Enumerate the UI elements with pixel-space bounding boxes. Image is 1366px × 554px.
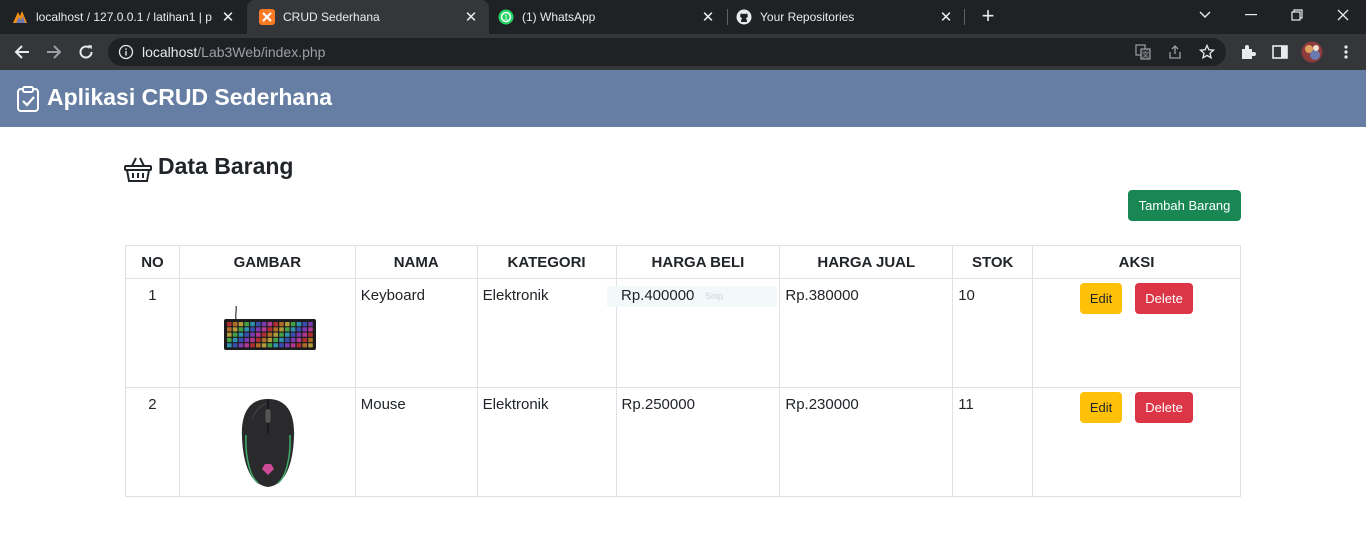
delete-button[interactable]: Delete <box>1135 392 1194 423</box>
menu-icon[interactable] <box>1337 43 1355 61</box>
url-host: localhost <box>142 44 198 60</box>
close-icon[interactable]: ✕ <box>461 7 481 27</box>
clipboard-check-icon <box>16 86 40 112</box>
item-name: Keyboard <box>354 278 478 388</box>
tab-title: Your Repositories <box>760 10 855 24</box>
browser-tab-strip: localhost / 127.0.0.1 / latihan1 | p ✕ C… <box>0 0 1366 34</box>
close-icon[interactable]: ✕ <box>936 7 956 27</box>
action-cell: Edit Delete <box>1032 387 1241 497</box>
restore-icon[interactable] <box>1274 0 1320 30</box>
forward-icon[interactable] <box>42 40 66 64</box>
avatar[interactable] <box>1301 41 1323 63</box>
minimize-icon[interactable] <box>1228 0 1274 30</box>
close-icon[interactable]: ✕ <box>698 7 718 27</box>
side-panel-icon[interactable] <box>1271 43 1289 61</box>
app-title: Aplikasi CRUD Sederhana <box>47 84 333 110</box>
row-number: 1 <box>125 278 180 388</box>
edit-button[interactable]: Edit <box>1080 392 1123 423</box>
item-stock: 11 <box>952 387 1034 497</box>
column-header: HARGA BELI <box>615 245 781 279</box>
item-image-cell <box>178 387 356 497</box>
whatsapp-icon: 1 <box>498 9 514 25</box>
snip-label: Snip <box>705 291 724 301</box>
delete-button[interactable]: Delete <box>1135 283 1194 314</box>
column-header: HARGA JUAL <box>779 245 954 279</box>
item-buy-price-text: Rp.400000 <box>621 287 695 304</box>
row-number: 2 <box>125 387 180 497</box>
extensions-icon[interactable] <box>1239 43 1257 61</box>
reload-icon[interactable] <box>74 40 98 64</box>
action-cell: Edit Delete <box>1032 278 1241 388</box>
close-window-icon[interactable] <box>1320 0 1366 30</box>
site-info-icon[interactable] <box>118 44 134 60</box>
url-path: /Lab3Web/index.php <box>197 44 326 60</box>
tab-search-icon[interactable] <box>1182 0 1228 30</box>
tab-phpmyadmin[interactable]: localhost / 127.0.0.1 / latihan1 | p ✕ <box>0 0 246 34</box>
item-buy-price: Rp.250000 <box>615 387 781 497</box>
tab-github[interactable]: Your Repositories ✕ <box>724 0 964 34</box>
item-category: Elektronik <box>476 387 617 497</box>
edit-button[interactable]: Edit <box>1080 283 1123 314</box>
basket-icon <box>124 155 152 183</box>
svg-text:文: 文 <box>1142 50 1149 59</box>
phpmyadmin-icon <box>12 9 28 25</box>
bookmark-star-icon[interactable] <box>1198 43 1216 60</box>
keyboard-image <box>223 306 316 350</box>
add-item-button[interactable]: Tambah Barang <box>1128 190 1241 221</box>
translate-icon[interactable]: 文 <box>1135 44 1151 60</box>
tab-title: localhost / 127.0.0.1 / latihan1 | p <box>36 10 212 24</box>
tab-title: (1) WhatsApp <box>522 10 596 24</box>
tab-title: CRUD Sederhana <box>283 10 380 24</box>
table-header-row: NO GAMBAR NAMA KATEGORI HARGA BELI HARGA… <box>125 245 1241 279</box>
column-header: NO <box>125 245 180 279</box>
item-name: Mouse <box>354 387 478 497</box>
new-tab-icon[interactable]: + <box>976 5 1000 29</box>
github-icon <box>736 9 752 25</box>
tab-crud-sederhana[interactable]: CRUD Sederhana ✕ <box>247 0 489 34</box>
item-image-cell <box>178 278 356 388</box>
app-header: Aplikasi CRUD Sederhana <box>0 70 1366 127</box>
svg-text:1: 1 <box>504 15 508 22</box>
column-header: KATEGORI <box>476 245 617 279</box>
table-row: 2 Mouse Elektronik Rp.250000 Rp.230000 1… <box>125 387 1241 497</box>
page-title: Data Barang <box>158 153 294 179</box>
column-header: STOK <box>952 245 1034 279</box>
close-icon[interactable]: ✕ <box>218 7 238 27</box>
address-bar[interactable]: localhost/Lab3Web/index.php 文 <box>108 38 1226 66</box>
browser-toolbar: localhost/Lab3Web/index.php 文 <box>0 34 1366 70</box>
column-header: AKSI <box>1032 245 1241 279</box>
url-text: localhost/Lab3Web/index.php <box>142 44 325 60</box>
item-sell-price: Rp.380000 <box>779 278 954 388</box>
items-table: NO GAMBAR NAMA KATEGORI HARGA BELI HARGA… <box>125 245 1241 497</box>
xampp-icon <box>259 9 275 25</box>
item-category: Elektronik <box>476 278 617 388</box>
column-header: GAMBAR <box>178 245 356 279</box>
share-icon[interactable] <box>1167 44 1183 60</box>
mouse-image <box>241 399 295 487</box>
back-icon[interactable] <box>10 40 34 64</box>
item-sell-price: Rp.230000 <box>779 387 954 497</box>
item-stock: 10 <box>952 278 1034 388</box>
tab-whatsapp[interactable]: 1 (1) WhatsApp ✕ <box>486 0 726 34</box>
tab-separator <box>964 9 965 25</box>
column-header: NAMA <box>354 245 478 279</box>
